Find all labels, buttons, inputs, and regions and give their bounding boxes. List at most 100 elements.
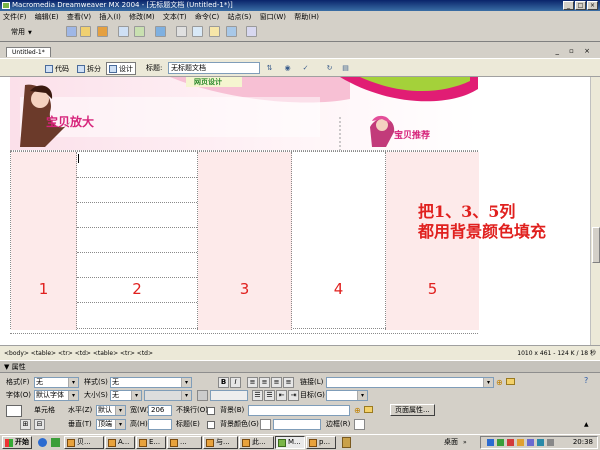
document-window-controls[interactable]: _ ▫ × (555, 47, 594, 55)
table-column-2[interactable]: 2 (77, 152, 198, 330)
table-column-3[interactable]: 3 (198, 152, 292, 330)
clock[interactable]: 20:38 (573, 437, 593, 448)
template-icon[interactable] (226, 26, 237, 37)
page-properties-button[interactable]: 页面属性... (390, 404, 435, 416)
toolbar-expand-icon[interactable]: » (463, 439, 467, 446)
menu-modify[interactable]: 修改(M) (126, 11, 158, 23)
menu-help[interactable]: 帮助(H) (291, 11, 322, 23)
refresh-icon[interactable]: ↻ (324, 63, 335, 73)
bgcolor-swatch[interactable] (260, 419, 271, 430)
preview-browser-icon[interactable]: ◉ (282, 63, 293, 73)
document-tab[interactable]: Untitled-1* (6, 47, 51, 57)
comment-icon[interactable] (209, 26, 220, 37)
merge-cells-icon[interactable]: ⊞ (20, 419, 31, 430)
check-browser-icon[interactable]: ✓ (300, 63, 311, 73)
style-select[interactable]: 无 (110, 377, 192, 388)
link-input[interactable] (326, 377, 494, 388)
nowrap-checkbox[interactable] (207, 407, 215, 415)
height-input[interactable] (148, 419, 172, 430)
task-8[interactable]: p... (306, 436, 336, 449)
task-6[interactable]: 此... (239, 436, 274, 449)
menu-view[interactable]: 查看(V) (64, 11, 94, 23)
align-center-icon[interactable]: ≡ (259, 377, 270, 388)
close-button[interactable]: × (587, 1, 598, 10)
design-canvas[interactable]: 网页设计 宝贝放大 宝贝推荐 1 2 3 4 5 把1、3、5列 都用背景颜色填… (0, 77, 590, 345)
target-select[interactable] (326, 390, 368, 401)
help-icon[interactable]: ? (584, 376, 588, 385)
split-cell-icon[interactable]: ⊟ (34, 419, 45, 430)
taskbar-extra-icon[interactable] (342, 437, 351, 448)
desktop-toolbar-label[interactable]: 桌面 (444, 437, 458, 448)
named-anchor-icon[interactable] (97, 26, 108, 37)
menu-insert[interactable]: 插入(I) (96, 11, 124, 23)
format-select[interactable]: 无 (34, 377, 79, 388)
file-management-icon[interactable]: ⇅ (264, 63, 275, 73)
table-column-1[interactable]: 1 (11, 152, 77, 330)
align-right-icon[interactable]: ≡ (271, 377, 282, 388)
table-icon[interactable] (118, 26, 129, 37)
task-5[interactable]: 与... (203, 436, 238, 449)
view-options-icon[interactable]: ▤ (340, 63, 351, 73)
layout-table[interactable]: 1 2 3 4 5 (10, 151, 479, 330)
tray-icon-3[interactable] (507, 439, 514, 446)
tray-icon-6[interactable] (537, 439, 544, 446)
page-title-input[interactable]: 无标题文档 (168, 62, 260, 74)
text-color-input[interactable] (210, 390, 248, 401)
properties-panel-title[interactable]: ▼ 属性 (0, 361, 600, 373)
bg-point-to-file-icon[interactable]: ⊕ (354, 406, 361, 415)
text-color-swatch[interactable] (197, 390, 208, 401)
task-1[interactable]: 贝... (64, 436, 104, 449)
task-dreamweaver[interactable]: M... (275, 436, 305, 449)
bg-input[interactable] (248, 405, 350, 416)
date-icon[interactable] (192, 26, 203, 37)
code-view-button[interactable]: 代码 (42, 62, 72, 75)
minimize-button[interactable]: _ (563, 1, 574, 10)
bgcolor-input[interactable] (273, 419, 321, 430)
insert-category-dropdown[interactable]: 常用 (9, 26, 32, 39)
outdent-icon[interactable]: ⇤ (276, 390, 287, 401)
ordered-list-icon[interactable]: ☰ (264, 390, 275, 401)
expand-panel-icon[interactable]: ▲ (584, 421, 589, 428)
tag-selector[interactable]: <body> <table> <tr> <td> <table> <tr> <t… (4, 346, 153, 361)
menu-site[interactable]: 站点(S) (224, 11, 254, 23)
size-unit-select[interactable] (144, 390, 192, 401)
size-select[interactable]: 无 (110, 390, 142, 401)
maximize-button[interactable]: □ (575, 1, 586, 10)
task-4[interactable]: ... (167, 436, 202, 449)
volume-icon[interactable] (547, 439, 554, 446)
task-3[interactable]: E... (136, 436, 166, 449)
tag-chooser-icon[interactable] (246, 26, 257, 37)
menu-file[interactable]: 文件(F) (0, 11, 30, 23)
split-view-button[interactable]: 拆分 (74, 62, 104, 75)
bg-browse-folder-icon[interactable] (364, 406, 373, 413)
menu-text[interactable]: 文本(T) (160, 11, 190, 23)
horz-select[interactable]: 默认 (96, 405, 126, 416)
browse-folder-icon[interactable] (506, 378, 515, 385)
hyperlink-icon[interactable] (66, 26, 77, 37)
menu-commands[interactable]: 命令(C) (192, 11, 222, 23)
desktop-quicklaunch-icon[interactable] (51, 438, 60, 447)
vertical-scrollbar[interactable] (590, 77, 600, 345)
bold-button[interactable]: B (218, 377, 229, 388)
header-checkbox[interactable] (207, 421, 215, 429)
vert-select[interactable]: 顶端 (96, 419, 126, 430)
font-select[interactable]: 默认字体 (34, 390, 79, 401)
start-button[interactable]: 开始 (2, 436, 32, 449)
task-2[interactable]: A... (105, 436, 135, 449)
media-icon[interactable] (176, 26, 187, 37)
menu-window[interactable]: 窗口(W) (257, 11, 289, 23)
align-left-icon[interactable]: ≡ (247, 377, 258, 388)
tray-icon-4[interactable] (517, 439, 524, 446)
align-justify-icon[interactable]: ≡ (283, 377, 294, 388)
indent-icon[interactable]: ⇥ (288, 390, 299, 401)
italic-button[interactable]: I (230, 377, 241, 388)
tray-icon-2[interactable] (497, 439, 504, 446)
tray-icon-5[interactable] (527, 439, 534, 446)
menu-edit[interactable]: 编辑(E) (32, 11, 62, 23)
design-view-button[interactable]: 设计 (106, 62, 136, 75)
ie-quicklaunch-icon[interactable] (38, 438, 47, 447)
tray-icon-1[interactable] (487, 439, 494, 446)
scrollbar-thumb[interactable] (592, 227, 600, 263)
table-column-4[interactable]: 4 (292, 152, 386, 330)
image-icon[interactable] (155, 26, 166, 37)
